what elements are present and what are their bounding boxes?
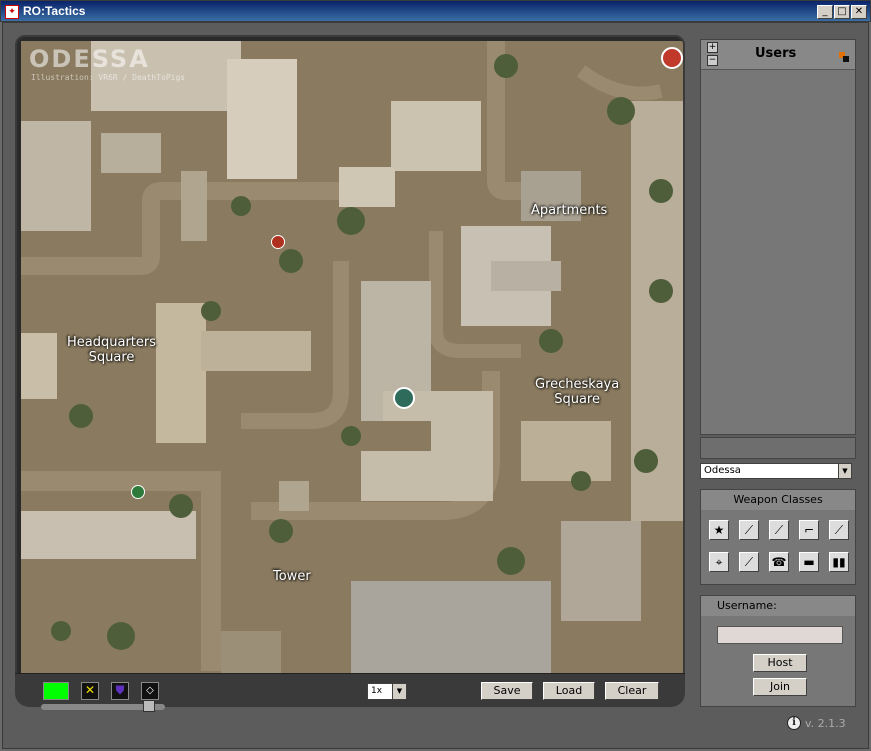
unit-marker-icon[interactable] <box>393 387 415 409</box>
grenade-icon[interactable]: ⟋ <box>739 552 759 572</box>
map-label-text: Apartments <box>531 203 608 218</box>
zoom-select[interactable]: 1x ▼ <box>367 683 407 700</box>
objective-marker-icon[interactable] <box>271 235 285 249</box>
expand-button[interactable]: + <box>707 42 718 53</box>
minimize-button[interactable]: _ <box>817 5 833 19</box>
map-select-value: Odessa <box>704 465 741 476</box>
window-title: RO:Tactics <box>23 4 86 18</box>
app-icon: ✦ <box>5 5 19 19</box>
map-label-headquarters: Headquarters Square <box>67 335 156 365</box>
status-strip <box>700 437 856 459</box>
team-marker-icon[interactable] <box>661 47 683 69</box>
maximize-button[interactable]: □ <box>834 5 850 19</box>
map-select[interactable]: Odessa ▼ <box>700 463 852 479</box>
map-label-grecheskaya: Grecheskaya Square <box>535 377 619 407</box>
window-title-bar: ✦ RO:Tactics _ □ ✕ <box>0 0 871 22</box>
drawing-toolbar: ✕ ⛊ ◇ 1x ▼ Save Load Clear <box>15 673 685 712</box>
chevron-down-icon[interactable]: ▼ <box>838 464 851 478</box>
crosshair-icon[interactable]: ⌖ <box>709 552 729 572</box>
map-frame: ODESSA Illustration: VR6R / DeathToPigs … <box>15 35 685 675</box>
resize-icon[interactable] <box>839 52 849 62</box>
username-label: Username: <box>701 596 855 616</box>
yellow-marker-swatch[interactable]: ✕ <box>81 682 99 700</box>
knife-icon[interactable]: ⟋ <box>739 520 759 540</box>
map-label-text: Tower <box>273 569 311 584</box>
host-button[interactable]: Host <box>753 654 807 672</box>
load-button[interactable]: Load <box>543 682 595 700</box>
rifle-icon[interactable]: ⟋ <box>769 520 789 540</box>
app-client-area: ODESSA Illustration: VR6R / DeathToPigs … <box>2 22 869 749</box>
tank-icon[interactable]: ▬ <box>799 552 819 572</box>
users-panel-header: + − Users <box>701 40 855 70</box>
resize-glyph <box>839 52 849 62</box>
login-panel: Username: Host Join <box>700 595 856 707</box>
chevron-down-icon[interactable]: ▼ <box>392 684 406 699</box>
weapon-classes-panel: Weapon Classes ★ ⟋ ⟋ ⌐ ⟋ ⌖ ⟋ ☎ ▬ ▮▮ <box>700 489 856 585</box>
map-label-apartments: Apartments <box>531 203 607 218</box>
collapse-button[interactable]: − <box>707 55 718 66</box>
username-input[interactable] <box>717 626 843 644</box>
binoculars-icon[interactable]: ▮▮ <box>829 552 849 572</box>
map-credit: Illustration: VR6R / DeathToPigs <box>31 73 186 82</box>
smg-icon[interactable]: ⌐ <box>799 520 819 540</box>
version-label: v. 2.1.3 <box>805 717 846 730</box>
weapon-classes-title: Weapon Classes <box>701 490 855 510</box>
join-button[interactable]: Join <box>753 678 807 696</box>
map-label-text: Square <box>88 350 135 365</box>
green-color-swatch[interactable] <box>43 682 69 700</box>
map-label-text: Square <box>554 392 600 407</box>
star-icon[interactable]: ★ <box>709 520 729 540</box>
eraser-icon[interactable]: ◇ <box>141 682 159 700</box>
clear-button[interactable]: Clear <box>605 682 659 700</box>
info-icon[interactable]: i <box>787 716 801 730</box>
tactical-map[interactable]: ODESSA Illustration: VR6R / DeathToPigs … <box>21 41 683 673</box>
map-label-text: Headquarters <box>67 335 157 350</box>
users-panel: + − Users <box>700 39 856 435</box>
zoom-value: 1x <box>371 686 383 696</box>
purple-shield-swatch[interactable]: ⛊ <box>111 682 129 700</box>
slider-thumb[interactable] <box>143 700 155 712</box>
map-label-tower: Tower <box>273 569 311 584</box>
save-button[interactable]: Save <box>481 682 533 700</box>
radio-icon[interactable]: ☎ <box>769 552 789 572</box>
map-brand-logo: ODESSA <box>29 45 150 73</box>
objective-marker-icon[interactable] <box>131 485 145 499</box>
close-button[interactable]: ✕ <box>851 5 867 19</box>
users-panel-title: Users <box>755 46 797 61</box>
sniper-icon[interactable]: ⟋ <box>829 520 849 540</box>
map-label-text: Grecheskaya <box>535 377 620 392</box>
